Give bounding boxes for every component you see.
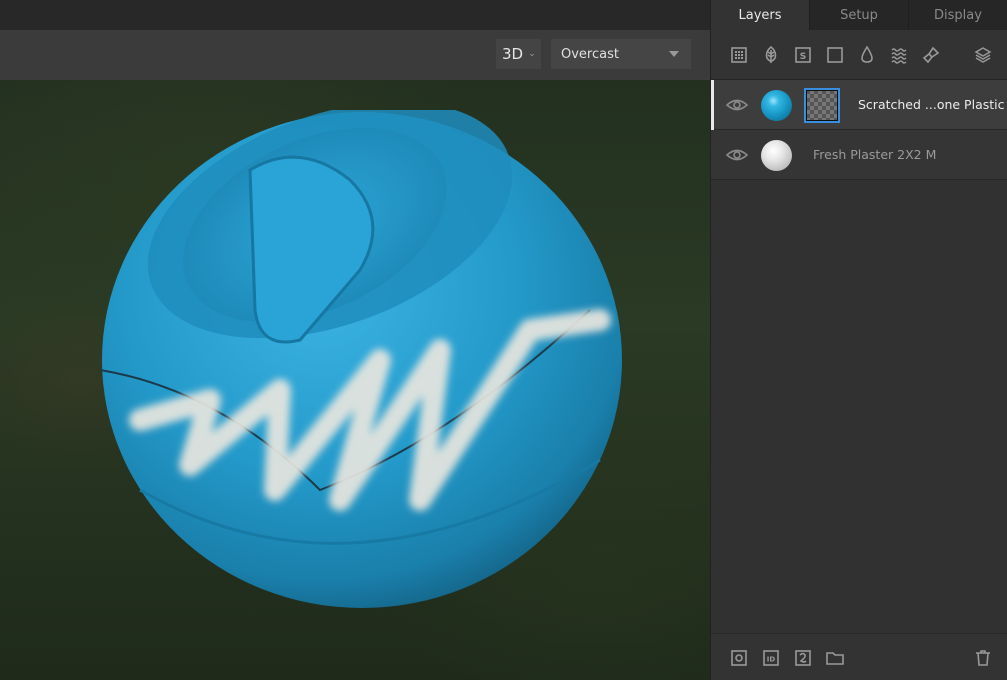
environment-dropdown[interactable]: Overcast — [551, 39, 691, 69]
environment-value: Overcast — [561, 46, 619, 62]
chevron-down-icon: ⌄ — [528, 49, 536, 59]
waves-icon[interactable] — [889, 45, 909, 65]
eye-icon[interactable] — [725, 96, 749, 114]
tab-layers[interactable]: Layers — [711, 0, 810, 30]
folder-icon[interactable] — [825, 648, 845, 668]
svg-text:S: S — [800, 52, 806, 62]
view-mode-value: 3D — [502, 45, 524, 63]
material-thumbnail — [761, 90, 792, 121]
drop-icon[interactable] — [857, 45, 877, 65]
brush-icon[interactable] — [921, 45, 941, 65]
tab-display[interactable]: Display — [909, 0, 1007, 30]
3d-viewport[interactable]: 3D ⌄ Overcast — [0, 0, 710, 680]
leaf-icon[interactable] — [761, 45, 781, 65]
mask-icon[interactable] — [729, 648, 749, 668]
trash-icon[interactable] — [973, 648, 993, 668]
material-preview-sphere[interactable] — [99, 101, 625, 610]
square-icon[interactable] — [825, 45, 845, 65]
dropdown-triangle-icon — [669, 51, 679, 57]
tab-setup[interactable]: Setup — [810, 0, 909, 30]
add-layer-toolbar: S — [711, 30, 1007, 80]
layer-name: Scratched ...one Plastic — [858, 97, 1005, 112]
id-icon[interactable]: ID — [761, 648, 781, 668]
substance-icon[interactable]: S — [793, 45, 813, 65]
panel-tabs: Layers Setup Display — [711, 0, 1007, 30]
texture-grid-icon[interactable] — [729, 45, 749, 65]
layer-actions-bar: ID — [711, 633, 1007, 680]
view-mode-dropdown[interactable]: 3D ⌄ — [496, 39, 541, 69]
layer-row[interactable]: Scratched ...one Plastic — [711, 80, 1007, 130]
svg-text:ID: ID — [767, 656, 776, 664]
layer-name: Fresh Plaster 2X2 M — [813, 147, 937, 162]
viewport-top-strip — [0, 0, 710, 30]
sketch-icon[interactable] — [793, 648, 813, 668]
layers-list-empty-area — [711, 181, 1007, 633]
material-thumbnail — [761, 140, 792, 171]
mask-thumbnail[interactable] — [804, 88, 840, 123]
layer-row[interactable]: Fresh Plaster 2X2 M — [711, 130, 1007, 180]
layers-panel: Layers Setup Display S Scratched ...one … — [710, 0, 1007, 680]
eye-icon[interactable] — [725, 146, 749, 164]
layers-stack-icon[interactable] — [973, 45, 993, 65]
app-window: 3D ⌄ Overcast Layers Setup Display S Scr… — [0, 0, 1007, 680]
